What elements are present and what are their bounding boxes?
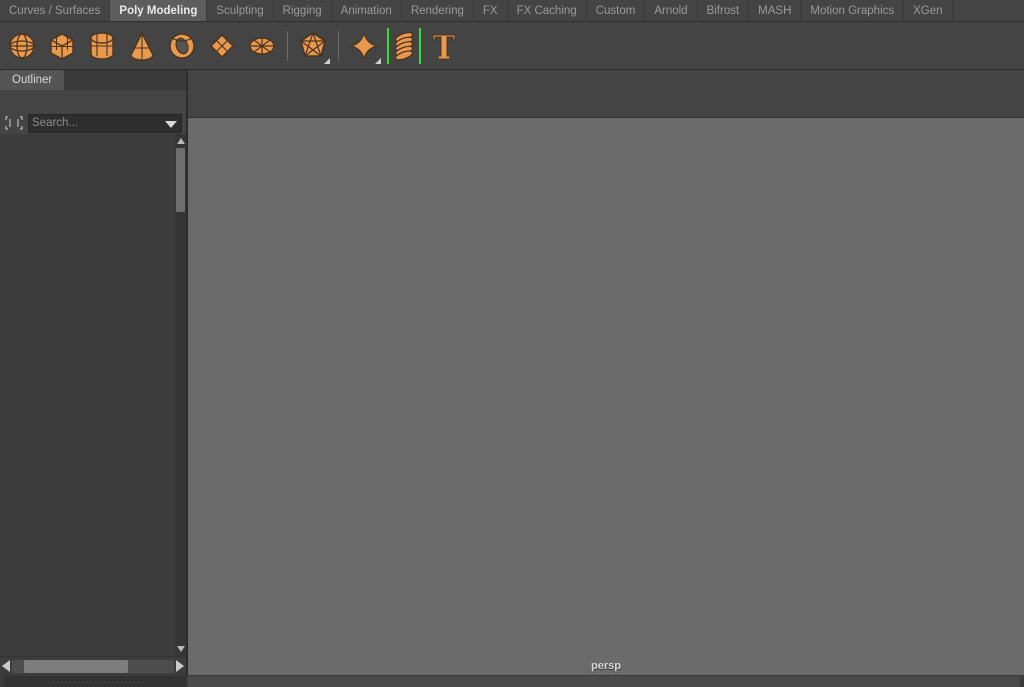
shelf-tab-bar: Curves / Surfaces Poly Modeling Sculpting R…	[0, 0, 1024, 22]
shelf-tab-poly-modeling[interactable]: Poly Modeling	[110, 0, 208, 21]
3d-viewport[interactable]: persp	[188, 118, 1024, 675]
shelf-tab-fx-caching[interactable]: FX Caching	[508, 0, 587, 21]
shelf-tab-custom[interactable]: Custom	[587, 0, 646, 21]
search-placeholder: Search...	[32, 117, 79, 129]
scroll-right-arrow-icon[interactable]	[176, 660, 184, 672]
shelf-separator	[287, 30, 288, 61]
poly-sculpt-star-icon[interactable]	[344, 24, 384, 68]
shelf-tab-animation[interactable]: Animation	[332, 0, 402, 21]
poly-platonic-solid-icon[interactable]	[293, 24, 333, 68]
shelf-tab-arnold[interactable]: Arnold	[645, 0, 698, 21]
shelf-tab-rigging[interactable]: Rigging	[274, 0, 332, 21]
shelf-tab-rendering[interactable]: Rendering	[402, 0, 474, 21]
outliner-horizontal-scrollbar[interactable]	[0, 656, 186, 675]
shelf-tab-mash[interactable]: MASH	[749, 0, 802, 21]
outliner-menu-bar	[0, 90, 186, 112]
outliner-search-row: Search...	[0, 112, 186, 134]
shelf-icon-bar	[0, 22, 1024, 70]
main-area: Outliner Search... persp	[0, 70, 1024, 675]
viewport-menu-bar	[188, 70, 1024, 94]
shelf-tab-curves-surfaces[interactable]: Curves / Surfaces	[0, 0, 111, 21]
poly-cone-icon[interactable]	[122, 24, 162, 68]
outliner-tab-strip: Outliner	[0, 70, 186, 90]
active-tool-highlight	[387, 27, 421, 64]
shelf-separator	[338, 30, 339, 61]
outliner-tree[interactable]	[0, 134, 186, 656]
timeline-scrollbar[interactable]	[188, 676, 1020, 687]
poly-plane-icon[interactable]	[202, 24, 242, 68]
poly-cylinder-icon[interactable]	[82, 24, 122, 68]
shelf-tab-motion-graphics[interactable]: Motion Graphics	[801, 0, 905, 21]
poly-type-icon[interactable]	[424, 24, 464, 68]
scrollbar-thumb[interactable]	[176, 148, 185, 212]
maya-window: Curves / Surfaces Poly Modeling Sculpting R…	[0, 0, 1024, 687]
option-triangle-icon[interactable]	[375, 57, 381, 64]
scroll-left-arrow-icon[interactable]	[2, 660, 10, 672]
scroll-track[interactable]	[12, 659, 174, 673]
viewport-panel: persp	[188, 70, 1024, 675]
scroll-down-arrow-icon[interactable]	[177, 646, 185, 652]
shelf-tab-fx[interactable]: FX	[474, 0, 508, 21]
chevron-down-icon[interactable]	[165, 120, 177, 128]
viewport-canvas[interactable]	[188, 118, 1024, 675]
search-input[interactable]: Search...	[28, 113, 182, 133]
poly-disc-icon[interactable]	[242, 24, 282, 68]
shelf-tab-sculpting[interactable]: Sculpting	[207, 0, 274, 21]
scroll-up-arrow-icon[interactable]	[177, 138, 185, 144]
timeline-top-strip: ······················	[0, 675, 1024, 687]
camera-name-label: persp	[591, 660, 621, 672]
poly-cube-icon[interactable]	[42, 24, 82, 68]
tab-outliner[interactable]: Outliner	[0, 70, 65, 90]
shelf-tab-bifrost[interactable]: Bifrost	[698, 0, 750, 21]
outliner-vertical-scrollbar[interactable]	[175, 134, 186, 656]
timeline-bar[interactable]: ······················	[0, 675, 1024, 687]
scrollbar-thumb-h[interactable]	[24, 659, 128, 673]
poly-sphere-icon[interactable]	[2, 24, 42, 68]
poly-torus-icon[interactable]	[162, 24, 202, 68]
viewport-toolbar	[188, 94, 1024, 118]
shelf-tab-xgen[interactable]: XGen	[904, 0, 953, 21]
range-handle-dots: ······················	[52, 678, 146, 687]
timeline-range-slider[interactable]: ······················	[4, 676, 186, 687]
poly-helix-icon[interactable]	[384, 24, 424, 68]
outliner-panel: Outliner Search...	[0, 70, 188, 675]
selection-frame-icon[interactable]	[4, 114, 24, 132]
option-triangle-icon[interactable]	[324, 57, 330, 64]
